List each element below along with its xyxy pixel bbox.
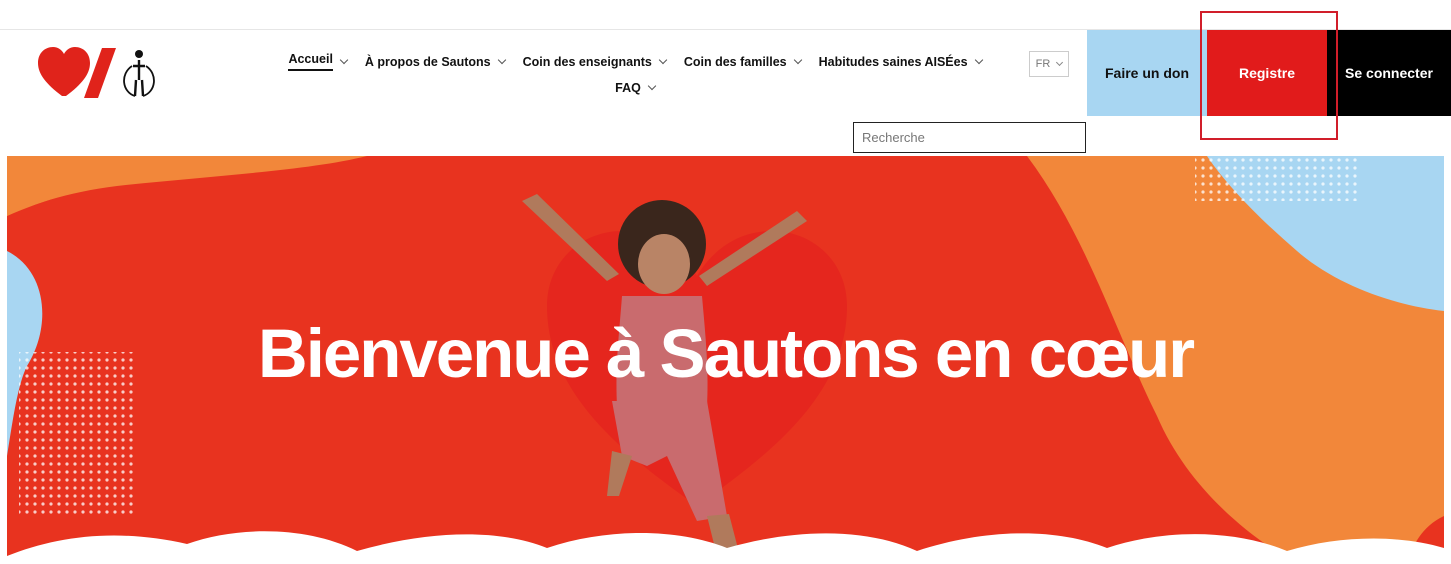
chevron-down-icon [793, 55, 802, 64]
nav-item-habitudes[interactable]: Habitudes saines AISÉes [818, 52, 983, 71]
chevron-down-icon [1056, 58, 1064, 67]
login-button[interactable]: Se connecter [1327, 30, 1451, 116]
jump-rope-person-icon [123, 50, 155, 97]
nav-item-a-propos[interactable]: À propos de Sautons [364, 52, 506, 71]
chevron-down-icon [339, 55, 349, 64]
chevron-down-icon [974, 55, 983, 64]
site-logo[interactable] [36, 44, 156, 102]
nav-item-familles[interactable]: Coin des familles [683, 52, 802, 71]
nav-item-label: Accueil [288, 52, 333, 71]
nav-item-enseignants[interactable]: Coin des enseignants [522, 52, 668, 71]
language-label: FR [1035, 58, 1051, 70]
nav-item-label: À propos de Sautons [364, 54, 491, 69]
slash-logo-icon [84, 48, 116, 98]
donate-button[interactable]: Faire un don [1087, 30, 1207, 116]
main-navigation: Accueil À propos de Sautons Coin des ens… [275, 52, 995, 95]
nav-item-label: Habitudes saines AISÉes [818, 54, 968, 69]
language-selector[interactable]: FR [1029, 51, 1069, 77]
nav-item-label: Coin des enseignants [522, 54, 652, 69]
search-input[interactable] [853, 122, 1086, 153]
nav-item-label: Coin des familles [683, 54, 787, 69]
register-highlight-box [1200, 11, 1338, 140]
nav-item-accueil[interactable]: Accueil [288, 52, 349, 71]
chevron-down-icon [647, 81, 657, 91]
nav-item-faq[interactable]: FAQ [615, 81, 657, 95]
heart-logo-icon [38, 47, 90, 96]
hero-title: Bienvenue à Sautons en cœur [257, 315, 1195, 392]
nav-item-label: FAQ [615, 81, 641, 95]
chevron-down-icon [497, 55, 506, 64]
hero-banner: Bienvenue à Sautons en cœur [7, 156, 1444, 564]
chevron-down-icon [658, 55, 668, 64]
